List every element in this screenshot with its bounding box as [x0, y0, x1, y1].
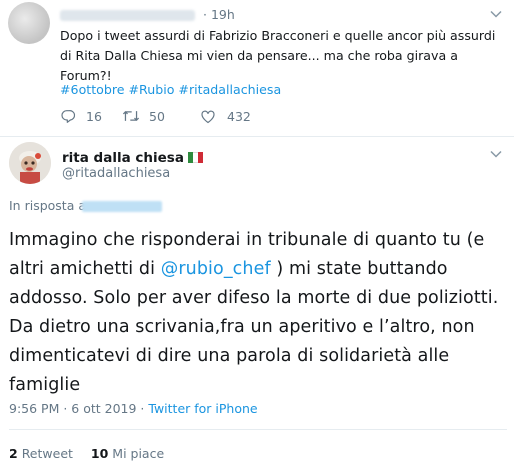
author-handle[interactable]: @ritadallachiesa	[62, 166, 170, 181]
likes-count: 10	[90, 446, 109, 461]
like-button[interactable]: 432	[200, 109, 251, 124]
reply-to-label: In risposta a	[9, 198, 86, 213]
text-after-mention: ) mi state buttando addosso. Solo per av…	[9, 259, 499, 395]
italy-flag-icon	[187, 152, 203, 163]
chevron-down-icon[interactable]	[490, 10, 502, 18]
parent-hashtags[interactable]: #6ottobre #Rubio #ritadallachiesa	[60, 82, 281, 97]
meta-separator: ·	[136, 401, 149, 416]
divider	[0, 136, 514, 137]
reply-to-handle[interactable]	[82, 201, 162, 212]
author-line[interactable]: rita dalla chiesa	[62, 147, 203, 166]
chevron-down-icon[interactable]	[490, 150, 502, 158]
retweets-stat[interactable]: 2 Retweet	[9, 446, 73, 461]
divider	[9, 429, 507, 430]
heart-icon	[201, 110, 215, 123]
retweets-count: 2	[9, 446, 18, 461]
parent-avatar[interactable]	[8, 2, 50, 44]
author-name[interactable]: rita dalla chiesa	[62, 150, 184, 166]
retweet-count: 50	[149, 108, 165, 124]
timestamp[interactable]: 9:56 PM · 6 ott 2019	[9, 401, 136, 416]
avatar-image	[9, 142, 51, 184]
main-tweet-text: Immagino che risponderai in tribunale di…	[9, 226, 507, 400]
tweet-meta: 9:56 PM · 6 ott 2019 · Twitter for iPhon…	[9, 401, 258, 416]
parent-tweet-text: Dopo i tweet assurdi di Fabrizio Braccon…	[60, 28, 496, 83]
likes-stat[interactable]: 10 Mi piace	[91, 446, 164, 461]
reply-count: 16	[86, 108, 102, 124]
likes-label: Mi piace	[112, 446, 165, 461]
dot-separator: ·	[203, 7, 211, 22]
reply-to-line: In risposta a	[9, 198, 86, 213]
mention-link[interactable]: @rubio_chef	[161, 259, 271, 279]
source-link[interactable]: Twitter for iPhone	[148, 401, 257, 416]
parent-author-name[interactable]	[60, 10, 195, 21]
main-avatar[interactable]	[9, 142, 51, 184]
parent-time[interactable]: · 19h	[203, 7, 235, 22]
like-count: 432	[227, 108, 251, 124]
parent-action-bar: 16 50 432	[60, 108, 251, 124]
engagement-stats: 2 Retweet 10 Mi piace	[9, 446, 164, 461]
retweets-label: Retweet	[21, 446, 73, 461]
time-label: 19h	[210, 7, 235, 22]
retweet-icon	[122, 110, 140, 122]
reply-icon	[61, 110, 76, 123]
retweet-button[interactable]: 50	[122, 108, 200, 124]
reply-button[interactable]: 16	[60, 108, 122, 124]
